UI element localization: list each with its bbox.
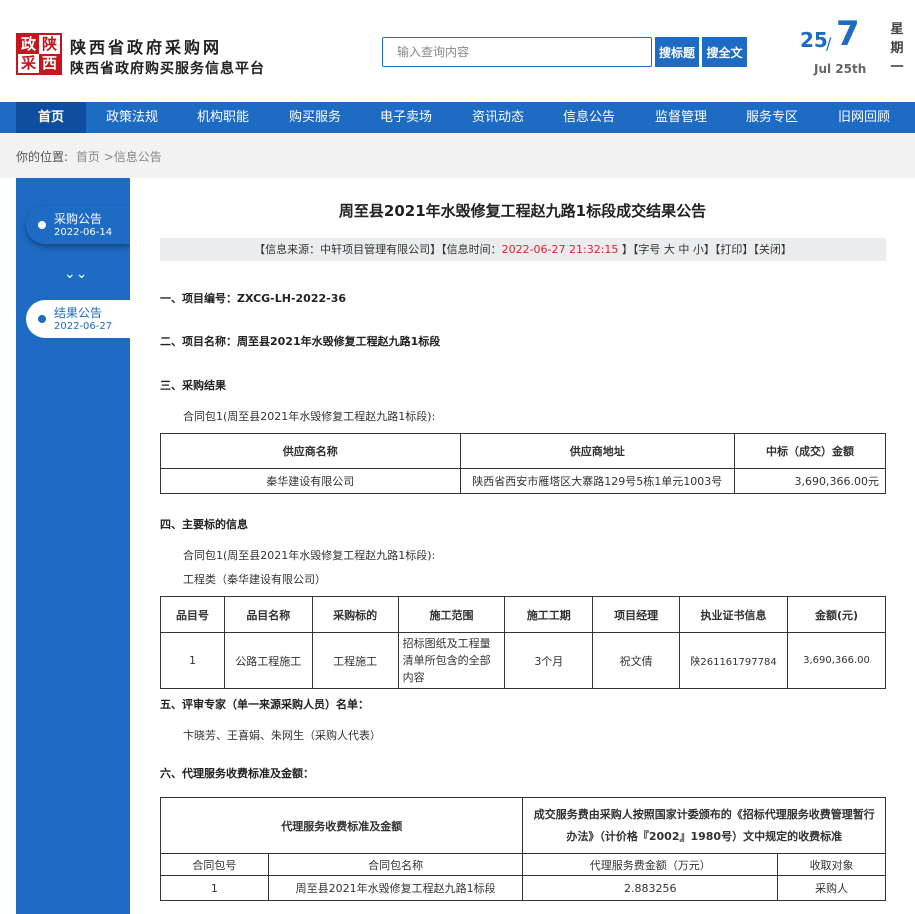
table-cell: 工程施工 (311, 632, 399, 689)
section-heading: 五、评审专家（单一来源采购人员）名单： (160, 698, 369, 711)
table-header: 采购标的 (311, 596, 399, 633)
table-header: 中标（成交）金额 (734, 433, 886, 469)
section-paragraph: 合同包1(周至县2021年水毁修复工程赵九路1标段): (183, 410, 436, 423)
table-header: 品目号 (160, 596, 225, 633)
date-english: Jul 25th (814, 62, 867, 76)
nav-item-news[interactable]: 资讯动态 (458, 102, 538, 133)
search-title-button[interactable]: 搜标题 (655, 37, 699, 67)
search-input[interactable] (382, 37, 652, 67)
sidebar-item-result-notice[interactable]: 结果公告 2022-06-27 (26, 300, 130, 338)
bullet-icon (38, 221, 46, 229)
table-cell: 采购人 (777, 875, 886, 901)
table-header: 代理服务收费标准及金额 (159, 797, 524, 854)
info-actions[interactable]: 】【字号 大 中 小】【打印】【关闭】 (618, 243, 792, 256)
section-heading: 四、主要标的信息 (160, 518, 248, 531)
breadcrumb-separator: > (99, 150, 114, 164)
double-chevron-down-icon: ⌄⌄ (64, 266, 88, 282)
section-paragraph: 卞晓芳、王喜娟、朱网生（采购人代表） (183, 729, 381, 742)
fee-table: 代理服务收费标准及金额 成交服务费由采购人按照国家计委颁布的《招标代理服务收费管… (159, 797, 886, 901)
table-subheader: 代理服务费金额（万元） (522, 853, 779, 876)
main-nav: 首页 政策法规 机构职能 购买服务 电子卖场 资讯动态 信息公告 监督管理 服务… (0, 102, 915, 133)
date-month: 7 (836, 14, 860, 54)
table-header: 供应商地址 (459, 433, 736, 469)
nav-item-old-site[interactable]: 旧网回顾 (824, 102, 904, 133)
info-source: 【信息来源：中轩项目管理有限公司】【信息时间： (254, 243, 502, 256)
site-logo[interactable]: 政 陕 采 西 (16, 33, 62, 75)
table-header: 施工范围 (397, 596, 506, 633)
table-header: 供应商名称 (160, 433, 461, 469)
table-cell: 秦华建设有限公司 (160, 468, 461, 494)
logo-char: 政 (20, 35, 36, 53)
nav-item-e-mall[interactable]: 电子卖场 (366, 102, 446, 133)
table-cell: 1 (160, 875, 269, 901)
article-info-bar: 【信息来源：中轩项目管理有限公司】【信息时间：2022-06-27 21:32:… (160, 238, 886, 261)
article-title: 周至县2021年水毁修复工程赵九路1标段成交结果公告 (338, 202, 707, 220)
breadcrumb-current[interactable]: 信息公告 (114, 150, 162, 164)
nav-item-announcements[interactable]: 信息公告 (549, 102, 629, 133)
breadcrumb: 你的位置: 首页 >信息公告 (16, 148, 162, 165)
nav-item-supervision[interactable]: 监督管理 (641, 102, 721, 133)
result-table: 供应商名称 供应商地址 中标（成交）金额 秦华建设有限公司 陕西省西安市雁塔区大… (160, 433, 886, 494)
table-header: 成交服务费由采购人按照国家计委颁布的《招标代理服务收费管理暂行办法》（计价格『2… (522, 797, 886, 854)
table-cell: 招标图纸及工程量清单所包含的全部内容 (397, 632, 506, 689)
article-content: 周至县2021年水毁修复工程赵九路1标段成交结果公告 【信息来源：中轩项目管理有… (130, 178, 915, 914)
weekday: 星期一 (890, 22, 904, 75)
nav-item-home[interactable]: 首页 (16, 102, 86, 133)
table-cell: 陕261161797784 (679, 632, 789, 689)
sidebar-item-label: 结果公告 (54, 306, 103, 320)
table-row: 秦华建设有限公司 陕西省西安市雁塔区大寨路129号5栋1单元1003号 3,69… (160, 468, 886, 494)
table-cell: 公路工程施工 (223, 632, 313, 689)
info-time: 2022-06-27 21:32:15 (501, 243, 619, 256)
section-heading: 一、项目编号：ZXCG-LH-2022-36 (160, 292, 347, 305)
section-paragraph: 工程类（秦华建设有限公司） (183, 573, 326, 586)
table-header: 品目名称 (223, 596, 313, 633)
nav-item-policy[interactable]: 政策法规 (92, 102, 172, 133)
section-heading: 六、代理服务收费标准及金额： (160, 767, 314, 780)
nav-item-service-zone[interactable]: 服务专区 (732, 102, 812, 133)
table-header: 施工工期 (504, 596, 594, 633)
search-fulltext-button[interactable]: 搜全文 (702, 37, 747, 67)
logo-char: 西 (41, 54, 57, 72)
sidebar: 采购公告 2022-06-14 ⌄⌄ 结果公告 2022-06-27 (16, 178, 130, 914)
table-header: 执业证书信息 (679, 596, 789, 633)
table-subheader: 合同包号 (160, 853, 269, 876)
breadcrumb-prefix: 你的位置: (16, 150, 69, 164)
sidebar-item-label: 采购公告 (54, 212, 103, 226)
site-subtitle: 陕西省政府购买服务信息平台 (70, 61, 265, 77)
sidebar-item-date: 2022-06-27 (54, 321, 113, 332)
date-day: 25 (800, 28, 828, 52)
section-heading: 三、采购结果 (160, 379, 226, 392)
table-subheader: 收取对象 (777, 853, 886, 876)
nav-item-institution[interactable]: 机构职能 (183, 102, 263, 133)
table-cell: 3个月 (504, 632, 594, 689)
table-subheader: 合同包名称 (267, 853, 524, 876)
nav-item-purchase-service[interactable]: 购买服务 (275, 102, 355, 133)
logo-char: 采 (18, 54, 39, 73)
date-display: 25 / 7 Jul 25th (798, 14, 878, 84)
table-cell: 3,690,366.00 (787, 632, 886, 689)
table-cell: 1 (160, 632, 225, 689)
header: 政 陕 采 西 陕西省政府采购网 陕西省政府购买服务信息平台 搜标题 搜全文 2… (0, 0, 915, 102)
sidebar-item-procurement-notice[interactable]: 采购公告 2022-06-14 (26, 206, 130, 244)
table-cell: 3,690,366.00元 (734, 468, 886, 494)
bullet-icon (38, 315, 46, 323)
sidebar-item-date: 2022-06-14 (54, 227, 113, 238)
table-cell: 祝文倩 (592, 632, 681, 689)
table-cell: 2.883256 (522, 875, 779, 901)
table-cell: 周至县2021年水毁修复工程赵九路1标段 (267, 875, 524, 901)
table-row: 1 公路工程施工 工程施工 招标图纸及工程量清单所包含的全部内容 3个月 祝文倩… (160, 632, 886, 689)
table-header: 项目经理 (592, 596, 681, 633)
logo-char: 陕 (39, 35, 60, 54)
breadcrumb-home[interactable]: 首页 (76, 150, 100, 164)
section-paragraph: 合同包1(周至县2021年水毁修复工程赵九路1标段): (183, 549, 436, 562)
date-slash: / (826, 34, 832, 53)
section-heading: 二、项目名称：周至县2021年水毁修复工程赵九路1标段 (160, 335, 441, 348)
site-title: 陕西省政府采购网 (70, 38, 223, 57)
table-header: 金额(元) (787, 596, 886, 633)
table-cell: 陕西省西安市雁塔区大寨路129号5栋1单元1003号 (459, 468, 736, 494)
items-table: 品目号 品目名称 采购标的 施工范围 施工工期 项目经理 执业证书信息 金额(元… (160, 596, 886, 689)
page: 政 陕 采 西 陕西省政府采购网 陕西省政府购买服务信息平台 搜标题 搜全文 2… (0, 0, 915, 914)
table-row: 1 周至县2021年水毁修复工程赵九路1标段 2.883256 采购人 (160, 875, 886, 901)
